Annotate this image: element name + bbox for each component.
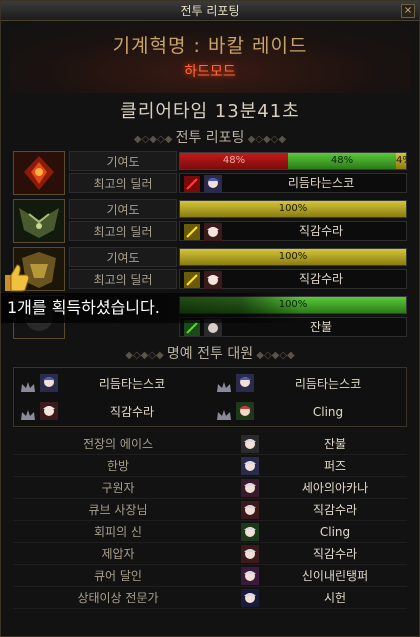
member-name: Cling <box>312 405 344 419</box>
award-winner-name: Cling <box>319 525 351 539</box>
honor-member: 직감수라 <box>14 398 210 426</box>
award-winner-name: 직감수라 <box>312 547 358 561</box>
bar-segment-green: 48% <box>288 153 396 169</box>
award-winner-name: 신이내린탱퍼 <box>301 569 369 583</box>
member-avatar-icon <box>40 374 58 392</box>
awards-list: 전장의 에이스 잔불 한방 퍼즈 구원자 세아의아카나 큐브 사장님 직감수라 회피의 신 Cli… <box>13 433 407 609</box>
ornament-right-icon: ◆◇◆◇◆ <box>244 134 287 145</box>
award-row: 회피의 신 Cling <box>13 521 407 543</box>
award-row: 제압자 직감수라 <box>13 543 407 565</box>
award-winner-name: 퍼즈 <box>323 459 347 473</box>
contribution-bar: 48% 48% 4% <box>179 152 412 170</box>
top-dealer-name: 리듬타는스코 <box>287 176 355 190</box>
award-title: 전장의 에이스 <box>82 437 154 451</box>
award-title: 구원자 <box>101 481 135 495</box>
award-title: 상태이상 전문가 <box>77 591 159 605</box>
report-row: 기여도 최고의 딜러 100% 직감수라 <box>13 199 409 243</box>
crown-icon <box>216 378 232 392</box>
award-avatar-icon <box>241 523 259 541</box>
award-winner-name: 세아의아카나 <box>301 481 369 495</box>
bar-segment-yellow: 100% <box>180 201 406 217</box>
member-name: 리듬타는스코 <box>98 377 166 391</box>
contribution-label: 기여도 <box>69 151 177 171</box>
honor-member: 리듬타는스코 <box>210 370 406 398</box>
dealer-avatar-icon <box>204 271 222 289</box>
honor-members-box: 리듬타는스코 리듬타는스코 직감수라 Cling <box>13 367 407 427</box>
contribution-bar: 100% <box>179 200 407 218</box>
member-name: 직감수라 <box>109 405 155 419</box>
award-row: 전장의 에이스 잔불 <box>13 433 407 455</box>
bar-segment-yellow: 100% <box>180 249 406 265</box>
dealer-skill-icon <box>184 272 200 288</box>
award-winner-name: 잔불 <box>323 437 347 451</box>
award-row: 구원자 세아의아카나 <box>13 477 407 499</box>
honor-member: 리듬타는스코 <box>14 370 210 398</box>
thumbs-up-icon <box>1 261 31 293</box>
dealer-avatar-icon <box>204 223 222 241</box>
red-flame-boss-icon <box>13 151 65 195</box>
award-avatar-icon <box>241 457 259 475</box>
contribution-label: 기여도 <box>69 199 177 219</box>
dungeon-header: 기계혁명 : 바칼 레이드 하드모드 <box>9 23 411 93</box>
contribution-bar: 100% <box>179 248 407 266</box>
crown-icon <box>216 406 232 420</box>
battle-report-window: 전투 리포팅 × 기계혁명 : 바칼 레이드 하드모드 클리어타임 13분41초… <box>0 0 420 637</box>
ornament-left-icon: ◆◇◆◇◆ <box>125 350 167 361</box>
top-dealer-label: 최고의 딜러 <box>69 221 177 241</box>
green-armor-boss-icon <box>13 199 65 243</box>
top-dealer-box: 직감수라 <box>179 221 407 241</box>
award-title: 큐어 달인 <box>94 569 142 583</box>
award-row: 상태이상 전문가 시헌 <box>13 587 407 609</box>
award-avatar-icon <box>241 589 259 607</box>
award-title: 큐브 사장님 <box>88 503 148 517</box>
crown-icon <box>20 406 36 420</box>
top-dealer-box: 직감수라 <box>179 269 407 289</box>
window-title: 전투 리포팅 <box>180 4 240 18</box>
member-name: 리듬타는스코 <box>294 377 362 391</box>
ornament-left-icon: ◆◇◆◇◆ <box>133 134 176 145</box>
award-avatar-icon <box>241 435 259 453</box>
award-title: 회피의 신 <box>94 525 142 539</box>
top-dealer-label: 최고의 딜러 <box>69 173 177 193</box>
award-avatar-icon <box>241 545 259 563</box>
member-avatar-icon <box>236 374 254 392</box>
top-dealer-name: 직감수라 <box>298 272 344 286</box>
award-row: 큐어 달인 신이내린탱퍼 <box>13 565 407 587</box>
dealer-avatar-icon <box>204 175 222 193</box>
top-dealer-label: 최고의 딜러 <box>69 269 177 289</box>
ornament-right-icon: ◆◇◆◇◆ <box>253 350 295 361</box>
window-titlebar[interactable]: 전투 리포팅 × <box>1 1 419 21</box>
bar-segment-red: 48% <box>180 153 288 169</box>
difficulty-label: 하드모드 <box>184 64 236 80</box>
award-winner-name: 직감수라 <box>312 503 358 517</box>
report-row: 기여도 최고의 딜러 48% 48% 4% 리듬타는스코 <box>13 151 412 195</box>
member-avatar-icon <box>236 402 254 420</box>
honor-member: Cling <box>210 398 406 426</box>
honor-section-title: ◆◇◆◇◆ 명예 전투 대원 ◆◇◆◇◆ <box>125 346 295 362</box>
contribution-label: 기여도 <box>69 247 177 267</box>
award-winner-name: 시헌 <box>323 591 347 605</box>
battle-report-section-title: ◆◇◆◇◆ 전투 리포팅 ◆◇◆◇◆ <box>133 130 287 146</box>
close-button[interactable]: × <box>401 4 415 18</box>
dealer-skill-icon <box>184 176 200 192</box>
dealer-skill-icon <box>184 224 200 240</box>
report-row: 기여도 최고의 딜러 100% 직감수라 <box>13 247 409 291</box>
notification-text: 1개를 획득하셨습니다. <box>7 298 160 317</box>
award-avatar-icon <box>241 567 259 585</box>
crown-icon <box>20 378 36 392</box>
top-dealer-box: 리듬타는스코 <box>179 173 407 193</box>
dungeon-title: 기계혁명 : 바칼 레이드 <box>112 35 308 57</box>
item-acquired-notification: 1개를 획득하셨습니다. <box>1 293 301 323</box>
award-row: 한방 퍼즈 <box>13 455 407 477</box>
award-avatar-icon <box>241 501 259 519</box>
member-avatar-icon <box>40 402 58 420</box>
clear-time: 클리어타임 13분41초 <box>120 101 300 122</box>
award-avatar-icon <box>241 479 259 497</box>
top-dealer-name: 직감수라 <box>298 224 344 238</box>
award-row: 큐브 사장님 직감수라 <box>13 499 407 521</box>
bar-segment-yellow: 4% <box>396 153 412 169</box>
award-title: 한방 <box>106 459 130 473</box>
award-title: 제압자 <box>101 547 135 561</box>
